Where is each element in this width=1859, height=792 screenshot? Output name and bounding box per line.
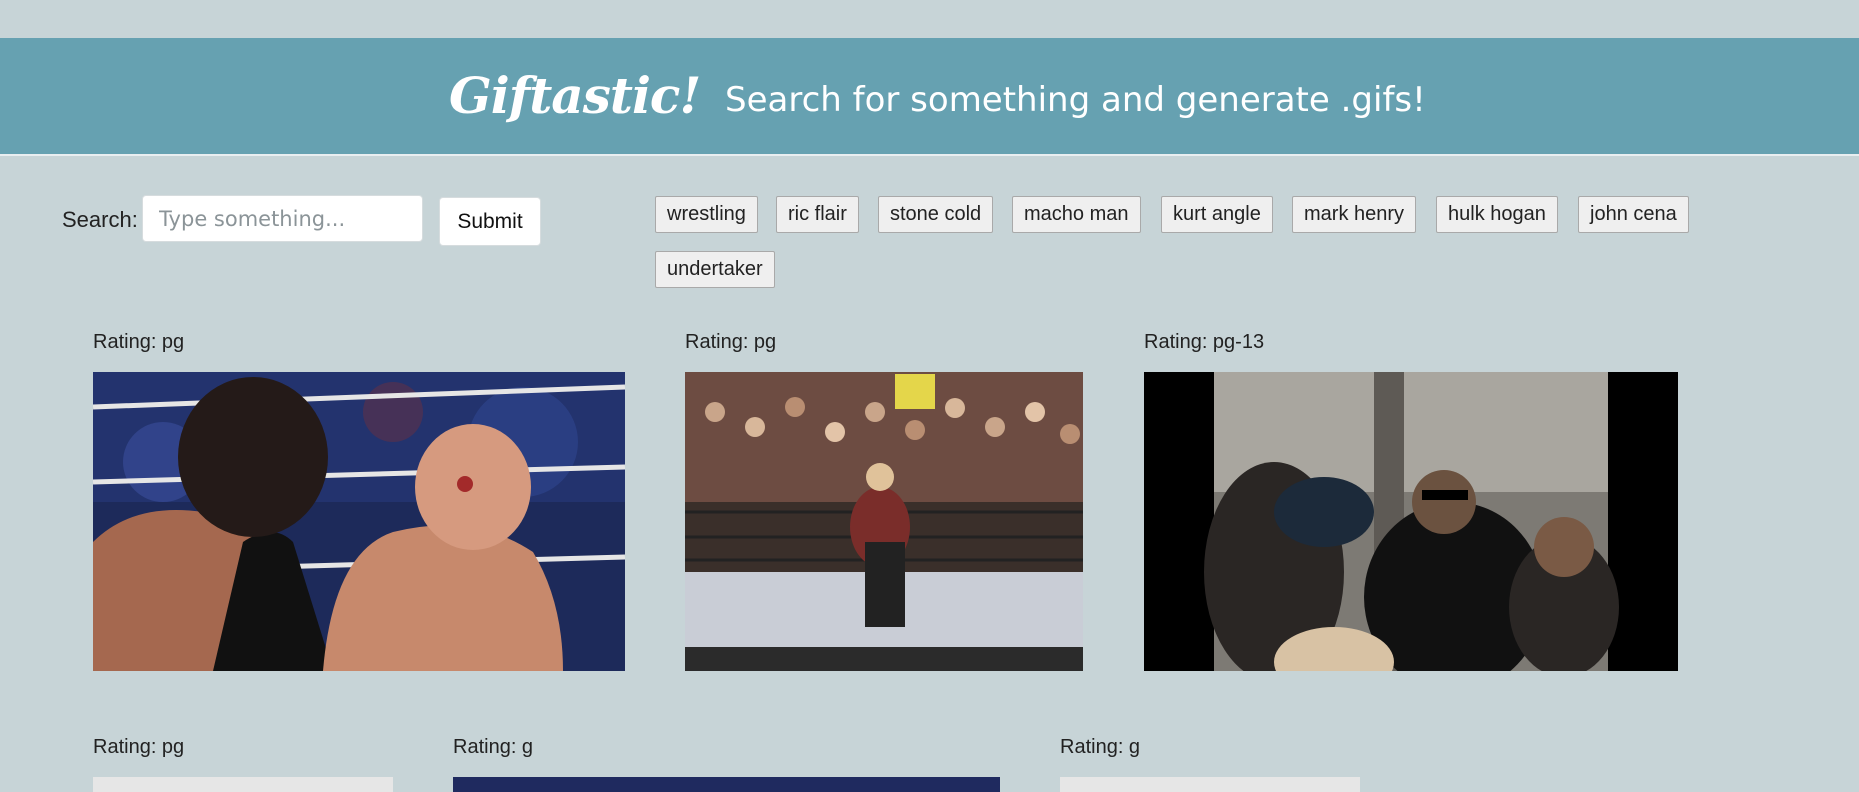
- topic-button-hulk-hogan[interactable]: hulk hogan: [1436, 196, 1558, 233]
- gif-rating: Rating: pg-13: [1144, 331, 1265, 353]
- topic-button-wrestling[interactable]: wrestling: [655, 196, 758, 233]
- topic-button-mark-henry[interactable]: mark henry: [1292, 196, 1417, 233]
- gif-image[interactable]: [1060, 777, 1360, 792]
- gif-image[interactable]: [93, 777, 393, 792]
- page-header: Giftastic! Search for something and gene…: [0, 38, 1859, 156]
- gif-rating: Rating: pg: [685, 331, 777, 353]
- gif-image[interactable]: [1144, 372, 1678, 671]
- gif-rating: Rating: g: [1060, 736, 1141, 758]
- topic-button-kurt-angle[interactable]: kurt angle: [1161, 196, 1273, 233]
- topic-button-stone-cold[interactable]: stone cold: [878, 196, 994, 233]
- gif-rating: Rating: g: [453, 736, 534, 758]
- topic-button-macho-man[interactable]: macho man: [1012, 196, 1141, 233]
- gif-image[interactable]: [685, 372, 1083, 671]
- submit-button[interactable]: Submit: [439, 197, 541, 246]
- gif-rating: Rating: pg: [93, 736, 185, 758]
- search-label: Search:: [62, 207, 138, 232]
- topic-button-undertaker[interactable]: undertaker: [655, 251, 775, 288]
- search-input[interactable]: [142, 195, 423, 242]
- gif-image[interactable]: [93, 372, 625, 671]
- gif-image[interactable]: [453, 777, 1000, 792]
- topic-button-john-cena[interactable]: john cena: [1578, 196, 1689, 233]
- app-tagline: Search for something and generate .gifs!: [725, 80, 1426, 120]
- gif-rating: Rating: pg: [93, 331, 185, 353]
- topic-button-ric-flair[interactable]: ric flair: [776, 196, 859, 233]
- app-title: Giftastic!: [449, 66, 701, 125]
